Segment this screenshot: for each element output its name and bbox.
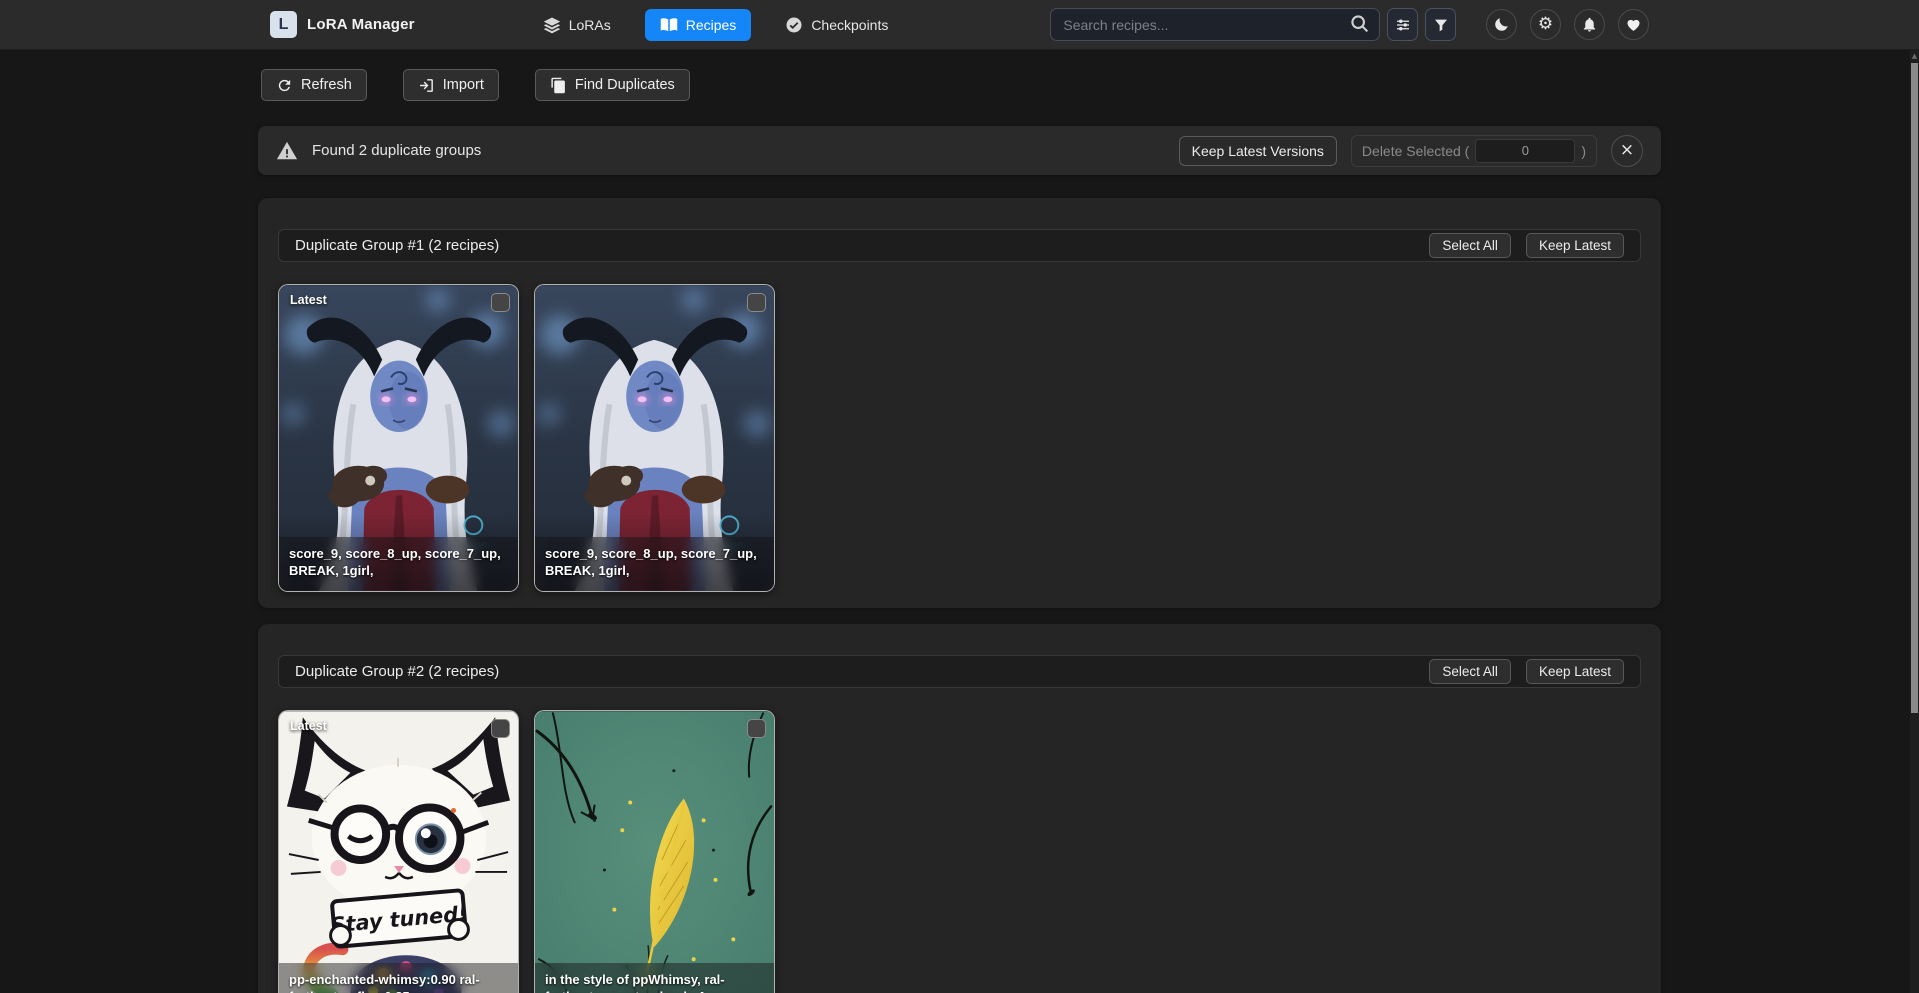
keep-latest-versions-button[interactable]: Keep Latest Versions — [1179, 136, 1337, 166]
group-2-select-all-button[interactable]: Select All — [1429, 659, 1511, 684]
tab-loras[interactable]: LoRAs — [533, 9, 621, 41]
delete-count-input[interactable] — [1475, 139, 1575, 163]
card-checkbox[interactable] — [747, 719, 766, 738]
card-checkbox[interactable] — [491, 719, 510, 738]
card-checkbox[interactable] — [491, 293, 510, 312]
card-caption: score_9, score_8_up, score_7_up, BREAK, … — [279, 537, 518, 591]
navbar-actions: ⚙ — [1486, 9, 1649, 40]
main-content: Refresh Import Find Duplicates Found 2 d… — [258, 69, 1661, 993]
group-1-keep-latest-button[interactable]: Keep Latest — [1526, 233, 1624, 258]
card-checkbox[interactable] — [747, 293, 766, 312]
app-logo: L — [270, 11, 297, 38]
settings-button[interactable]: ⚙ — [1530, 9, 1561, 40]
nav-tabs: LoRAs Recipes Checkpoints — [533, 9, 899, 41]
search — [1050, 8, 1380, 41]
refresh-label: Refresh — [301, 77, 352, 93]
duplicates-alert-bar: Found 2 duplicate groups Keep Latest Ver… — [258, 126, 1661, 175]
group-2-header: Duplicate Group #2 (2 recipes) Select Al… — [278, 655, 1641, 688]
navbar: L LoRA Manager LoRAs Recipes Checkpoints — [0, 0, 1919, 49]
latest-badge: Latest — [290, 293, 327, 307]
import-label: Import — [443, 77, 484, 93]
refresh-icon — [276, 77, 293, 94]
sort-options-button[interactable] — [1387, 8, 1418, 41]
card-caption: score_9, score_8_up, score_7_up, BREAK, … — [535, 537, 774, 591]
import-button[interactable]: Import — [403, 69, 499, 101]
filter-funnel-icon — [1433, 17, 1449, 33]
duplicate-group-1: Duplicate Group #1 (2 recipes) Select Al… — [258, 198, 1661, 608]
card-caption: pp-enchanted-whimsy:0.90 ral-frctlgmtry_… — [279, 963, 518, 993]
gear-icon: ⚙ — [1538, 16, 1553, 33]
tab-label: Checkpoints — [811, 17, 888, 33]
heart-icon — [1625, 16, 1642, 33]
tab-label: LoRAs — [569, 17, 611, 33]
tab-recipes[interactable]: Recipes — [645, 9, 752, 41]
recipe-card[interactable]: in the style of ppWhimsy, ral-frctlgmtry… — [534, 710, 775, 993]
tab-checkpoints[interactable]: Checkpoints — [775, 9, 898, 41]
scrollbar-thumb[interactable] — [1911, 63, 1918, 713]
recipe-preview-cat-sign: Stay tuned! — [279, 711, 518, 993]
layers-icon — [543, 16, 561, 34]
check-circle-icon — [785, 16, 803, 34]
group-1-cards: Latest score_9, score_8_up, score_7_up, … — [278, 284, 1641, 592]
file-import-icon — [418, 77, 435, 94]
sliders-icon — [1394, 16, 1412, 34]
brand: L LoRA Manager — [270, 11, 415, 38]
scrollbar[interactable]: ▲ — [1910, 49, 1919, 993]
book-icon — [660, 16, 678, 34]
alert-message: Found 2 duplicate groups — [312, 142, 481, 159]
moon-icon — [1493, 16, 1510, 33]
recipe-card[interactable]: Latest score_9, score_8_up, score_7_up, … — [278, 284, 519, 592]
duplicate-group-2: Duplicate Group #2 (2 recipes) Select Al… — [258, 624, 1661, 993]
scrollbar-up-arrow-icon[interactable]: ▲ — [1910, 49, 1919, 60]
group-1-header: Duplicate Group #1 (2 recipes) Select Al… — [278, 229, 1641, 262]
group-1-title: Duplicate Group #1 (2 recipes) — [295, 237, 499, 254]
warning-icon — [276, 140, 298, 162]
delete-selected-prefix: Delete Selected ( — [1362, 143, 1469, 159]
search-input[interactable] — [1050, 8, 1380, 41]
group-2-title: Duplicate Group #2 (2 recipes) — [295, 663, 499, 680]
find-duplicates-button[interactable]: Find Duplicates — [535, 69, 690, 101]
recipe-card[interactable]: Stay tuned! Latest pp-enchanted-whimsy:0… — [278, 710, 519, 993]
recipe-card[interactable]: score_9, score_8_up, score_7_up, BREAK, … — [534, 284, 775, 592]
theme-toggle-button[interactable] — [1486, 9, 1517, 40]
latest-badge: Latest — [290, 719, 327, 733]
search-icon[interactable] — [1349, 13, 1371, 35]
group-2-keep-latest-button[interactable]: Keep Latest — [1526, 659, 1624, 684]
filter-button[interactable] — [1425, 8, 1456, 41]
notifications-button[interactable] — [1574, 9, 1605, 40]
app-title: LoRA Manager — [307, 16, 415, 33]
group-1-select-all-button[interactable]: Select All — [1429, 233, 1511, 258]
support-button[interactable] — [1618, 9, 1649, 40]
tab-label: Recipes — [686, 17, 737, 33]
recipe-preview-feather — [535, 711, 774, 993]
refresh-button[interactable]: Refresh — [261, 69, 367, 101]
find-duplicates-label: Find Duplicates — [575, 77, 675, 93]
card-caption: in the style of ppWhimsy, ral-frctlgmtry… — [535, 963, 774, 993]
toolbar: Refresh Import Find Duplicates — [258, 69, 1661, 101]
bell-icon — [1581, 16, 1598, 33]
delete-selected-button[interactable]: Delete Selected ( ) — [1351, 135, 1597, 167]
duplicates-copy-icon — [550, 77, 567, 94]
close-alert-button[interactable]: × — [1611, 135, 1643, 167]
group-2-cards: Stay tuned! Latest pp-enchanted-whimsy:0… — [278, 710, 1641, 993]
delete-selected-suffix: ) — [1581, 143, 1586, 159]
